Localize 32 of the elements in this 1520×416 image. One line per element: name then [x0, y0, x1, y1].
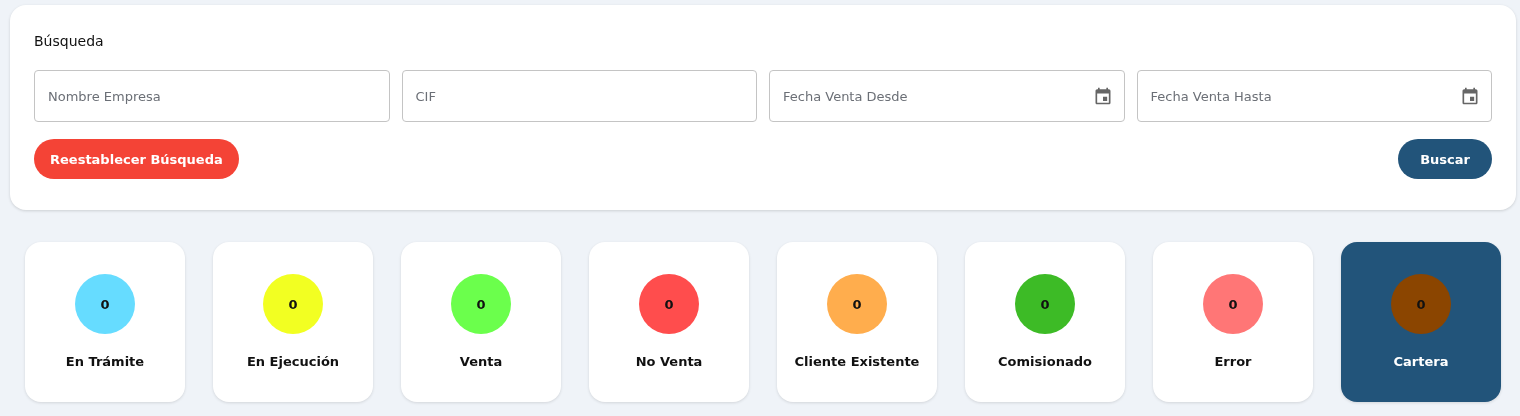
count-badge: 0 — [1203, 274, 1263, 334]
status-label: En Trámite — [65, 354, 145, 369]
input-field[interactable]: Nombre Empresa — [34, 70, 390, 122]
status-label: Cartera — [1393, 354, 1449, 369]
count-badge: 0 — [639, 274, 699, 334]
count-badge: 0 — [75, 274, 135, 334]
status-card[interactable]: 0 Cliente Existente — [777, 242, 937, 402]
input-field[interactable]: CIF — [401, 70, 757, 122]
status-card[interactable]: 0 Cartera — [1341, 242, 1501, 402]
date-field[interactable]: Fecha Venta Hasta — [1136, 70, 1492, 122]
status-card[interactable]: 0 En Trámite — [25, 242, 185, 402]
status-label: Cliente Existente — [794, 354, 920, 369]
status-card[interactable]: 0 Comisionado — [965, 242, 1125, 402]
search-button[interactable]: Buscar — [1398, 139, 1492, 179]
status-card[interactable]: 0 En Ejecución — [213, 242, 373, 402]
status-label: En Ejecución — [246, 354, 340, 369]
count-badge: 0 — [827, 274, 887, 334]
status-label: Error — [1214, 354, 1252, 369]
status-card[interactable]: 0 Error — [1153, 242, 1313, 402]
count-badge: 0 — [1015, 274, 1075, 334]
status-label: No Venta — [635, 354, 703, 369]
count-badge: 0 — [451, 274, 511, 334]
status-card[interactable]: 0 No Venta — [589, 242, 749, 402]
status-card[interactable]: 0 Venta — [401, 242, 561, 402]
calendar-icon[interactable] — [1460, 86, 1480, 106]
count-badge: 0 — [263, 274, 323, 334]
date-field[interactable]: Fecha Venta Desde — [769, 70, 1125, 122]
count-badge: 0 — [1391, 274, 1451, 334]
status-label: Venta — [459, 354, 503, 369]
status-label: Comisionado — [998, 354, 1092, 369]
reset-button[interactable]: Reestablecer Búsqueda — [34, 139, 239, 179]
panel-title: Búsqueda — [34, 33, 104, 49]
